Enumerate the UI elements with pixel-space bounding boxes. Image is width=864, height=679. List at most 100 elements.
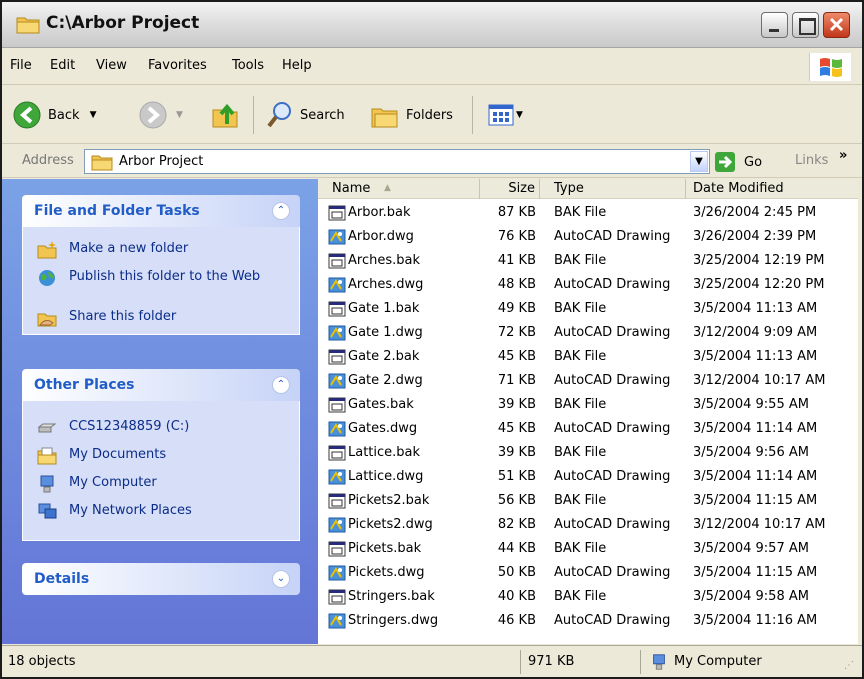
- file-row[interactable]: Arches.dwg 48 KB AutoCAD Drawing 3/25/2004 …: [318, 273, 858, 297]
- column-header-type[interactable]: Type: [540, 179, 686, 199]
- bak-file-icon: [328, 396, 346, 414]
- folders-label: Folders: [406, 107, 453, 123]
- menu-file[interactable]: File: [10, 58, 32, 73]
- search-button[interactable]: Search: [266, 100, 345, 130]
- my-computer-icon: [40, 475, 54, 493]
- back-button[interactable]: Back ▼: [12, 100, 96, 130]
- bak-file-icon: [328, 300, 346, 318]
- column-name-label: Name: [332, 181, 371, 196]
- menu-view[interactable]: View: [96, 58, 127, 73]
- file-row[interactable]: Stringers.dwg 46 KB AutoCAD Drawing 3/5/200…: [318, 609, 858, 633]
- column-header-size[interactable]: Size: [480, 179, 540, 199]
- file-row[interactable]: Stringers.bak 40 KB BAK File 3/5/2004 9:58 …: [318, 585, 858, 609]
- file-row[interactable]: Pickets.dwg 50 KB AutoCAD Drawing 3/5/2004 …: [318, 561, 858, 585]
- file-row[interactable]: Gates.bak 39 KB BAK File 3/5/2004 9:55 AM: [318, 393, 858, 417]
- search-icon: [267, 102, 291, 128]
- my-documents-icon: [37, 447, 57, 465]
- file-row[interactable]: Gate 2.bak 45 KB BAK File 3/5/2004 11:13 AM: [318, 345, 858, 369]
- standard-toolbar: Back ▼ ▼ Search Folders ▼: [2, 86, 862, 144]
- file-name: Stringers.dwg: [348, 613, 439, 628]
- menu-tools[interactable]: Tools: [232, 58, 264, 73]
- file-row[interactable]: Arches.bak 41 KB BAK File 3/25/2004 12:19 P…: [318, 249, 858, 273]
- file-folder-tasks-header[interactable]: File and Folder Tasks ⌃: [22, 195, 300, 227]
- task-share-folder[interactable]: Share this folder: [37, 309, 269, 327]
- go-button[interactable]: Go: [714, 151, 762, 173]
- file-name: Gate 1.dwg: [348, 325, 423, 340]
- up-folder-button[interactable]: [210, 100, 240, 130]
- minimize-button[interactable]: [761, 12, 788, 38]
- bak-file-icon: [328, 252, 346, 270]
- file-type: BAK File: [554, 349, 607, 364]
- file-row[interactable]: Pickets2.dwg 82 KB AutoCAD Drawing 3/12/200…: [318, 513, 858, 537]
- links-label[interactable]: Links: [795, 153, 828, 168]
- file-row[interactable]: Lattice.dwg 51 KB AutoCAD Drawing 3/5/2004 …: [318, 465, 858, 489]
- back-dropdown-icon[interactable]: ▼: [90, 110, 97, 120]
- file-size: 87 KB: [497, 205, 536, 220]
- place-drive-c[interactable]: CCS12348859 (C:): [37, 419, 269, 437]
- column-header-date[interactable]: Date Modified: [686, 179, 858, 199]
- file-size: 51 KB: [497, 469, 536, 484]
- file-row[interactable]: Gate 1.dwg 72 KB AutoCAD Drawing 3/12/2004 …: [318, 321, 858, 345]
- autocad-file-icon: [328, 564, 346, 582]
- links-chevron-icon[interactable]: »: [839, 148, 847, 163]
- file-size: 40 KB: [497, 589, 536, 604]
- file-date: 3/5/2004 11:15 AM: [693, 493, 818, 508]
- file-type: BAK File: [554, 445, 607, 460]
- place-label: My Computer: [69, 475, 157, 490]
- folders-button[interactable]: Folders: [370, 100, 453, 130]
- file-type: AutoCAD Drawing: [554, 373, 671, 388]
- resize-grip-icon[interactable]: ⋰: [844, 660, 854, 671]
- place-my-computer[interactable]: My Computer: [37, 475, 269, 493]
- status-bar: 18 objects 971 KB My Computer ⋰: [2, 645, 862, 677]
- menu-favorites[interactable]: Favorites: [148, 58, 207, 73]
- folders-icon: [371, 108, 398, 128]
- title-bar[interactable]: C:\Arbor Project: [2, 2, 862, 48]
- go-arrow-icon: [715, 152, 735, 172]
- other-places-header[interactable]: Other Places ⌃: [22, 369, 300, 401]
- file-row[interactable]: Pickets.bak 44 KB BAK File 3/5/2004 9:57 AM: [318, 537, 858, 561]
- file-row[interactable]: Gate 2.dwg 71 KB AutoCAD Drawing 3/12/2004 …: [318, 369, 858, 393]
- file-row[interactable]: Gates.dwg 45 KB AutoCAD Drawing 3/5/2004 11…: [318, 417, 858, 441]
- maximize-button[interactable]: [792, 12, 819, 38]
- file-row[interactable]: Arbor.bak 87 KB BAK File 3/26/2004 2:45 PM: [318, 201, 858, 225]
- details-header[interactable]: Details ⌄: [22, 563, 300, 595]
- file-name: Arches.dwg: [348, 277, 424, 292]
- file-type: AutoCAD Drawing: [554, 517, 671, 532]
- address-dropdown-button[interactable]: ▼: [690, 151, 708, 172]
- close-icon: [829, 17, 844, 32]
- task-publish-to-web[interactable]: Publish this folder to the Web: [37, 269, 269, 287]
- file-size: 46 KB: [497, 613, 536, 628]
- file-size: 50 KB: [497, 565, 536, 580]
- column-header-name[interactable]: Name ▲: [318, 179, 480, 199]
- forward-dropdown-icon[interactable]: ▼: [176, 110, 183, 120]
- collapse-chevron-icon[interactable]: ⌃: [272, 376, 290, 394]
- windows-logo: [809, 53, 851, 81]
- file-row[interactable]: Gate 1.bak 49 KB BAK File 3/5/2004 11:13 AM: [318, 297, 858, 321]
- file-folder-tasks-body: Make a new folder Publish this folder to…: [22, 227, 300, 335]
- task-pane: File and Folder Tasks ⌃ Make a new folde…: [2, 179, 318, 644]
- collapse-chevron-icon[interactable]: ⌃: [272, 202, 290, 220]
- menu-edit[interactable]: Edit: [50, 58, 75, 73]
- file-name: Arches.bak: [348, 253, 420, 268]
- views-button[interactable]: ▼: [488, 100, 523, 130]
- views-dropdown-icon[interactable]: ▼: [516, 110, 523, 120]
- forward-button[interactable]: ▼: [138, 100, 183, 130]
- file-date: 3/26/2004 2:39 PM: [693, 229, 817, 244]
- menu-help[interactable]: Help: [282, 58, 312, 73]
- place-network[interactable]: My Network Places: [37, 503, 269, 521]
- panel-title: Other Places: [34, 377, 135, 393]
- address-input[interactable]: Arbor Project ▼: [84, 149, 710, 174]
- file-size: 71 KB: [497, 373, 536, 388]
- expand-chevron-icon[interactable]: ⌄: [272, 570, 290, 588]
- file-row[interactable]: Lattice.bak 39 KB BAK File 3/5/2004 9:56 AM: [318, 441, 858, 465]
- close-button[interactable]: [823, 12, 850, 38]
- place-label: CCS12348859 (C:): [69, 419, 190, 434]
- autocad-file-icon: [328, 612, 346, 630]
- place-my-documents[interactable]: My Documents: [37, 447, 269, 465]
- file-row[interactable]: Arbor.dwg 76 KB AutoCAD Drawing 3/26/2004 2…: [318, 225, 858, 249]
- task-make-new-folder[interactable]: Make a new folder: [37, 241, 269, 259]
- file-date: 3/5/2004 11:13 AM: [693, 349, 818, 364]
- bak-file-icon: [328, 588, 346, 606]
- file-row[interactable]: Pickets2.bak 56 KB BAK File 3/5/2004 11:15 …: [318, 489, 858, 513]
- file-type: AutoCAD Drawing: [554, 421, 671, 436]
